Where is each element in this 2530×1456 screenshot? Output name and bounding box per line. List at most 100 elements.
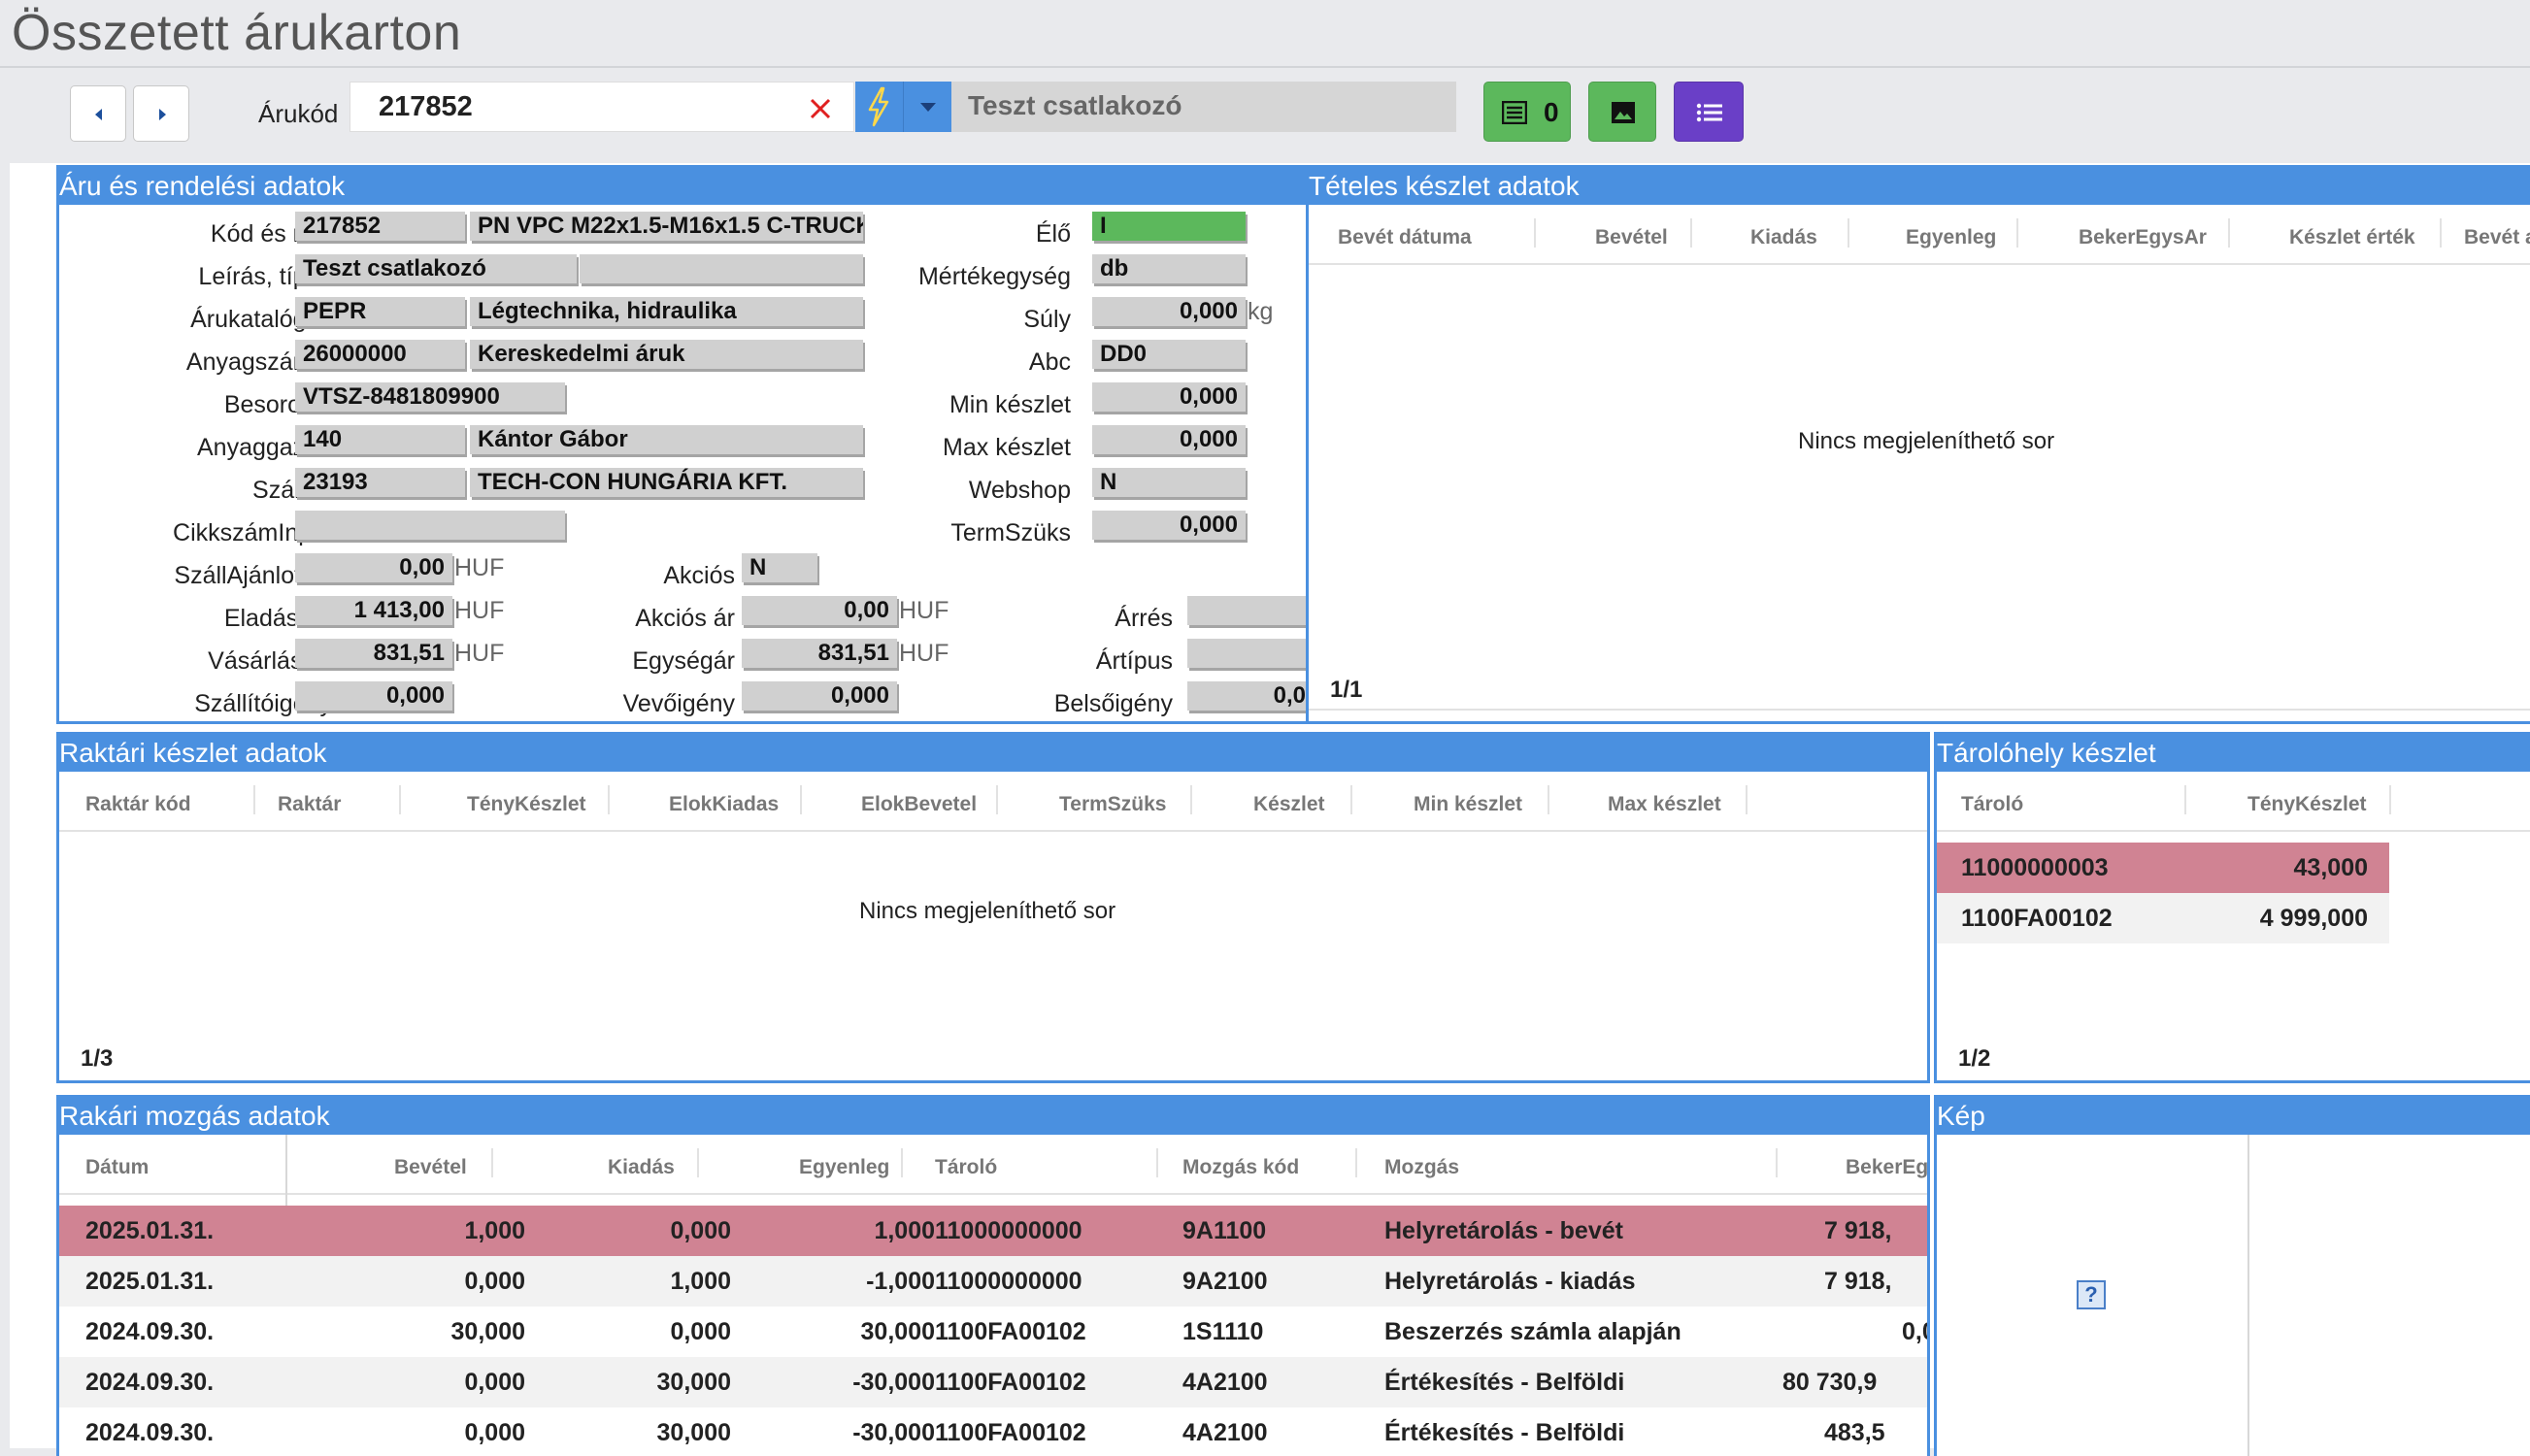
column-separator: [2228, 218, 2230, 248]
image-button[interactable]: [1588, 82, 1656, 142]
column-header[interactable]: Bevétel: [1595, 226, 1668, 249]
margin-field[interactable]: [1187, 596, 1306, 625]
panel-header: Rakári mozgás adatok: [59, 1098, 1927, 1135]
table-row[interactable]: 2024.09.30. 0,000 30,000 -30,000 1100FA0…: [59, 1357, 1927, 1407]
balance-cell: -30,000: [852, 1419, 935, 1446]
issue-cell: 1,000: [670, 1268, 731, 1295]
column-separator: [800, 785, 802, 814]
balance-cell: 1,000: [874, 1217, 935, 1244]
column-header[interactable]: Készlet érték: [2289, 226, 2415, 249]
column-header[interactable]: Mozgás kód: [1182, 1156, 1299, 1179]
column-header[interactable]: ElokKiadas: [669, 793, 779, 816]
min-stock-field[interactable]: 0,000: [1092, 382, 1246, 412]
column-header[interactable]: Készlet: [1253, 793, 1325, 816]
purchase-price-field[interactable]: 831,51: [295, 639, 452, 668]
webshop-label: Webshop: [968, 477, 1071, 504]
column-header[interactable]: Kiadás: [1750, 226, 1817, 249]
table-row[interactable]: 2024.09.30. 0,000 30,000 -30,000 1100FA0…: [59, 1407, 1927, 1456]
promo-price-field[interactable]: 0,00: [742, 596, 897, 625]
column-header[interactable]: Tároló: [1961, 793, 2023, 816]
supplier-offer-price-field[interactable]: 0,00: [295, 553, 452, 582]
caret-right-icon: [159, 109, 166, 120]
price-type-field[interactable]: [1187, 639, 1306, 668]
article-number-field[interactable]: [295, 511, 565, 540]
lightning-icon: [868, 86, 889, 127]
internal-demand-label: Belsőigény: [1053, 690, 1173, 717]
internal-demand-field[interactable]: 0,0: [1187, 681, 1306, 711]
customer-demand-field[interactable]: 0,000: [742, 681, 897, 711]
column-header[interactable]: Bevét a: [2464, 226, 2530, 249]
code-field[interactable]: 217852: [295, 212, 465, 241]
material-account-name-field[interactable]: Kereskedelmi áruk: [470, 340, 863, 369]
type-field[interactable]: [580, 254, 863, 283]
supplier-name-field[interactable]: TECH-CON HUNGÁRIA KFT.: [470, 468, 863, 497]
material-owner-name-field[interactable]: Kántor Gábor: [470, 425, 863, 454]
quick-search-button[interactable]: [855, 82, 903, 132]
currency-unit: HUF: [454, 640, 505, 667]
panel-header: Tárolóhely készlet: [1937, 735, 2530, 772]
column-header[interactable]: Egyenleg: [1906, 226, 1996, 249]
next-button[interactable]: [133, 85, 189, 142]
column-header[interactable]: Min készlet: [1414, 793, 1522, 816]
column-header[interactable]: Egyenleg: [799, 1156, 889, 1179]
column-header[interactable]: Kiadás: [608, 1156, 675, 1179]
promo-price-label: Akciós ár: [635, 605, 735, 632]
webshop-field[interactable]: N: [1092, 468, 1246, 497]
column-header[interactable]: TermSzüks: [1059, 793, 1167, 816]
column-separator: [253, 785, 255, 814]
unit-price-field[interactable]: 831,51: [742, 639, 897, 668]
material-owner-code-field[interactable]: 140: [295, 425, 465, 454]
name-field[interactable]: PN VPC M22x1.5-M16x1.5 C-TRUCK: [470, 212, 863, 241]
material-account-code-field[interactable]: 26000000: [295, 340, 465, 369]
currency-unit: HUF: [454, 554, 505, 581]
column-header[interactable]: Bevétel: [394, 1156, 467, 1179]
image-panel: Kép ?: [1934, 1095, 2530, 1456]
currency-unit: HUF: [454, 597, 505, 624]
column-header[interactable]: TényKészlet: [2247, 793, 2367, 816]
column-header[interactable]: Raktár kód: [85, 793, 191, 816]
production-need-field[interactable]: 0,000: [1092, 511, 1246, 540]
movement-code-cell: 9A1100: [1182, 1217, 1267, 1244]
previous-button[interactable]: [70, 85, 126, 142]
column-header[interactable]: Tároló: [935, 1156, 997, 1179]
column-header[interactable]: TényKészlet: [467, 793, 586, 816]
details-list-button[interactable]: [1674, 82, 1744, 142]
movement-cell: Helyretárolás - bevét: [1384, 1217, 1623, 1244]
unit-field[interactable]: db: [1092, 254, 1246, 283]
column-separator: [1350, 785, 1352, 814]
classification-field[interactable]: VTSZ-8481809900: [295, 382, 565, 412]
table-row[interactable]: 2025.01.31. 0,000 1,000 -1,000 110000000…: [59, 1256, 1927, 1307]
column-header[interactable]: BekerEgysAr: [2079, 226, 2207, 249]
column-separator: [2016, 218, 2018, 248]
supplier-demand-field[interactable]: 0,000: [295, 681, 452, 711]
sale-price-field[interactable]: 1 413,00: [295, 596, 452, 625]
max-stock-field[interactable]: 0,000: [1092, 425, 1246, 454]
table-row[interactable]: 2025.01.31. 1,000 0,000 1,000 1100000000…: [59, 1206, 1927, 1256]
description-field[interactable]: Teszt csatlakozó: [295, 254, 577, 283]
active-field[interactable]: I: [1092, 212, 1246, 241]
active-label: Élő: [1035, 220, 1071, 248]
image-placeholder-icon[interactable]: ?: [2077, 1280, 2106, 1309]
catalog-name-field[interactable]: Légtechnika, hidraulika: [470, 297, 863, 326]
clear-icon[interactable]: [806, 94, 835, 123]
code-dropdown-button[interactable]: [903, 82, 951, 132]
issue-cell: 0,000: [670, 1318, 731, 1345]
table-row[interactable]: 1100FA00102 4 999,000: [1937, 893, 2389, 943]
column-header[interactable]: Bevét dátuma: [1338, 226, 1472, 249]
column-header[interactable]: Dátum: [85, 1156, 149, 1179]
income-cell: 0,000: [464, 1369, 525, 1396]
catalog-code-field[interactable]: PEPR: [295, 297, 465, 326]
column-separator: [901, 1148, 903, 1177]
table-row[interactable]: 11000000003 43,000: [1937, 843, 2389, 893]
weight-field[interactable]: 0,000: [1092, 297, 1246, 326]
column-separator: [1355, 1148, 1357, 1177]
column-header[interactable]: BekerEgy: [1846, 1156, 1927, 1179]
promo-field[interactable]: N: [742, 553, 817, 582]
column-header[interactable]: Max készlet: [1608, 793, 1721, 816]
abc-field[interactable]: DD0: [1092, 340, 1246, 369]
column-header[interactable]: Raktár: [278, 793, 341, 816]
column-header[interactable]: ElokBevetel: [861, 793, 977, 816]
table-row[interactable]: 2024.09.30. 30,000 0,000 30,000 1100FA00…: [59, 1307, 1927, 1357]
column-header[interactable]: Mozgás: [1384, 1156, 1459, 1179]
supplier-code-field[interactable]: 23193: [295, 468, 465, 497]
